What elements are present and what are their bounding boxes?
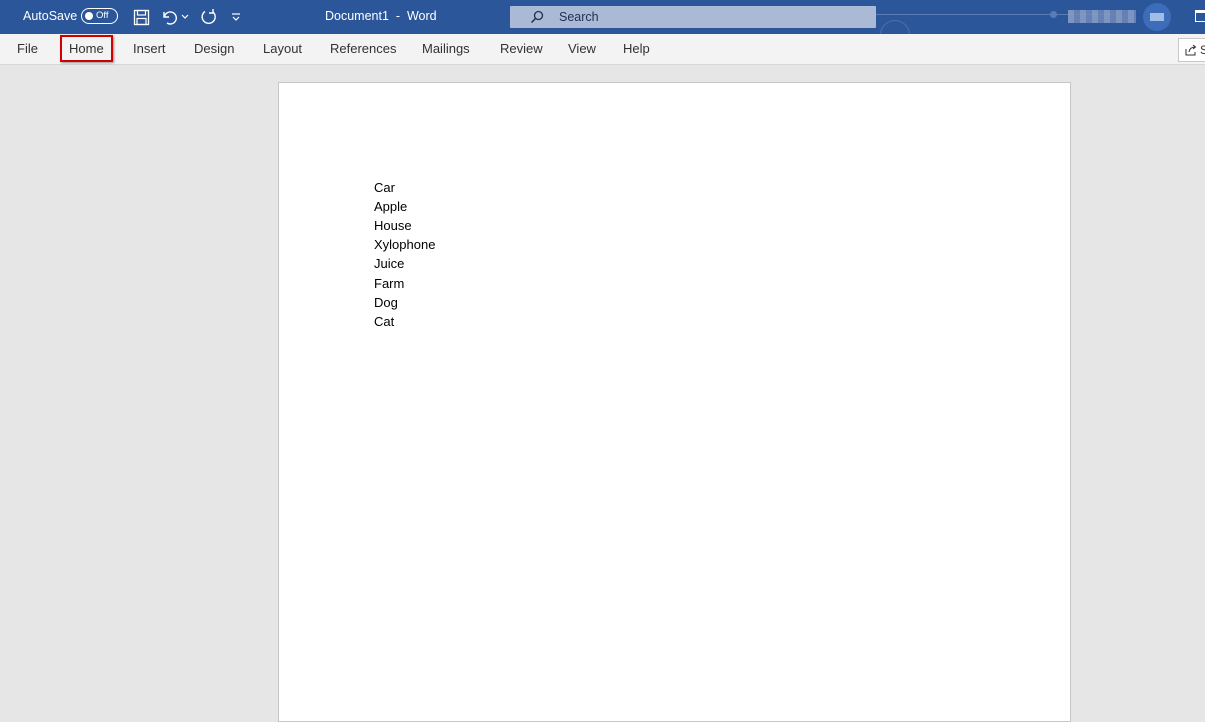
redo-icon[interactable]	[199, 7, 219, 27]
ribbon-tab-bar: File Home Insert Design Layout Reference…	[0, 34, 1205, 65]
autosave-toggle[interactable]: Off	[81, 8, 118, 24]
avatar[interactable]	[1143, 3, 1171, 31]
share-icon	[1185, 44, 1197, 56]
blurred-user-name[interactable]	[1068, 10, 1136, 23]
document-line[interactable]: House	[374, 218, 412, 233]
document-line[interactable]: Juice	[374, 256, 404, 271]
tab-review[interactable]: Review	[500, 41, 543, 56]
share-label: S	[1200, 43, 1205, 57]
tab-help[interactable]: Help	[623, 41, 650, 56]
autosave-state: Off	[96, 10, 109, 21]
tab-mailings[interactable]: Mailings	[422, 41, 470, 56]
tab-view[interactable]: View	[568, 41, 596, 56]
document-title: Document1 - Word	[325, 9, 437, 23]
document-line[interactable]: Xylophone	[374, 237, 435, 252]
search-icon	[530, 10, 544, 24]
title-bar: AutoSave Off Document1 - Word Search	[0, 0, 1205, 34]
tab-layout[interactable]: Layout	[263, 41, 302, 56]
document-line[interactable]: Apple	[374, 199, 407, 214]
home-tab-highlight	[60, 35, 113, 62]
search-box[interactable]: Search	[510, 6, 876, 28]
tab-references[interactable]: References	[330, 41, 396, 56]
document-line[interactable]: Cat	[374, 314, 394, 329]
tab-design[interactable]: Design	[194, 41, 234, 56]
search-placeholder: Search	[559, 10, 599, 24]
ribbon-display-options-icon[interactable]	[1195, 10, 1205, 22]
document-line[interactable]: Farm	[374, 276, 404, 291]
document-line[interactable]: Dog	[374, 295, 398, 310]
avatar-image	[1150, 13, 1164, 21]
undo-icon[interactable]	[160, 7, 180, 27]
share-button[interactable]: S	[1178, 38, 1205, 62]
tab-file[interactable]: File	[17, 41, 38, 56]
title-decoration-dot	[1050, 11, 1057, 18]
customize-qat-icon[interactable]	[228, 7, 244, 27]
undo-dropdown-icon[interactable]	[178, 7, 192, 27]
tab-insert[interactable]: Insert	[133, 41, 166, 56]
toggle-knob	[85, 11, 93, 20]
title-decoration-circle	[880, 20, 910, 34]
save-icon[interactable]	[131, 7, 151, 27]
document-line[interactable]: Car	[374, 180, 395, 195]
autosave-label: AutoSave	[23, 9, 78, 23]
document-page[interactable]: Car Apple House Xylophone Juice Farm Dog…	[278, 82, 1071, 722]
